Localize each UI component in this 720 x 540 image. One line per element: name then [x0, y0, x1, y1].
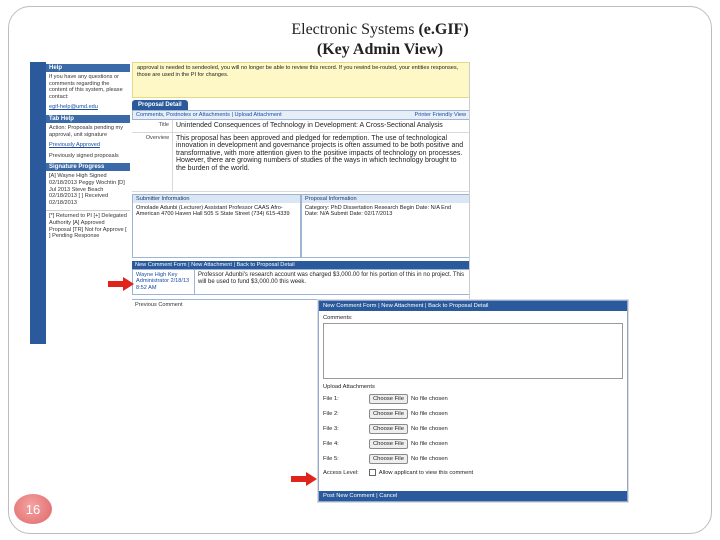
notice-banner: approval is needed to sendeoled, you wil… [132, 62, 469, 98]
subnav-links[interactable]: Comments, Postnotes or Attachments | Upl… [136, 112, 282, 118]
title-value: Unintended Consequences of Technology in… [172, 120, 469, 132]
file-row: File 3: Choose File No file chosen [319, 421, 627, 436]
overview-row: Overview This proposal has been approved… [132, 132, 469, 192]
title-plain: Electronic Systems [291, 21, 419, 38]
help-header: Help [46, 64, 130, 72]
form-navbar[interactable]: New Comment Form | New Attachment | Back… [319, 301, 627, 311]
arrow-right-icon [108, 277, 134, 291]
proposal-info-box: Proposal Information Category: PhD Disse… [301, 193, 469, 258]
comments-label: Comments: [323, 315, 353, 321]
submitter-header: Submitter Information [133, 194, 300, 203]
previously-approved-link[interactable]: Previously Approved [46, 140, 130, 151]
tab-help-header: Tab Help [46, 114, 130, 123]
signature-legend: [*] Returned to PI [+] Delegated Authori… [46, 210, 130, 241]
sidebar-strip [30, 62, 46, 344]
comment-entry: Wayne High Key Administrator 2/18/13 8:5… [132, 268, 469, 295]
title-bold: (e.GIF) [418, 21, 469, 38]
file-row: File 1: Choose File No file chosen [319, 391, 627, 406]
proposal-info-header: Proposal Information [302, 194, 469, 203]
file-label: File 3: [323, 425, 339, 432]
file-row: File 4: Choose File No file chosen [319, 436, 627, 451]
choose-file-button[interactable]: Choose File [369, 408, 408, 419]
title-label: Title [158, 122, 169, 128]
comment-author: Wayne High Key Administrator 2/18/13 8:5… [133, 269, 195, 294]
help-email-link[interactable]: egif-help@umd.edu [46, 102, 130, 113]
page-number-badge: 16 [14, 494, 52, 524]
choose-file-button[interactable]: Choose File [369, 393, 408, 404]
printer-friendly-link[interactable]: Printer Friendly View [414, 112, 466, 118]
slide-title: Electronic Systems (e.GIF) (Key Admin Vi… [200, 20, 560, 60]
file-status: No file chosen [410, 455, 448, 462]
comments-textarea[interactable] [323, 323, 623, 379]
detail-subnav: Comments, Postnotes or Attachments | Upl… [132, 110, 469, 120]
file-status: No file chosen [410, 440, 448, 447]
choose-file-button[interactable]: Choose File [369, 453, 408, 464]
help-text: If you have any questions or comments re… [49, 74, 123, 100]
submitter-text: Omolade Adunbi (Lecturer) Assistant Prof… [136, 204, 290, 218]
access-row: Access Level: Allow applicant to view th… [319, 466, 627, 479]
title-line-1: Electronic Systems (e.GIF) [200, 20, 560, 40]
title-row: Title Unintended Consequences of Technol… [132, 120, 469, 133]
file-row: File 5: Choose File No file chosen [319, 451, 627, 466]
signature-header: Signature Progress [46, 163, 130, 172]
tab-proposal-detail[interactable]: Proposal Detail [132, 100, 188, 110]
file-label: File 1: [323, 395, 339, 402]
allow-applicant-checkbox[interactable] [368, 469, 376, 476]
new-comment-form-screenshot: New Comment Form | New Attachment | Back… [318, 300, 628, 502]
comment-toolbar[interactable]: New Comment Form | New Attachment | Back… [132, 260, 469, 269]
upload-label: Upload Attachments [323, 384, 375, 390]
sidebar-content: Help If you have any questions or commen… [46, 62, 130, 242]
choose-file-button[interactable]: Choose File [369, 423, 408, 434]
proposal-info-text: Category: PhD Dissertation Research Begi… [305, 204, 452, 218]
title-line-2: (Key Admin View) [316, 41, 444, 58]
choose-file-button[interactable]: Choose File [369, 438, 408, 449]
file-label: File 4: [323, 440, 339, 447]
sidebar: Help If you have any questions or commen… [30, 62, 130, 344]
tab-help-text: Action: Proposals pending my approval, u… [49, 124, 124, 138]
file-status: No file chosen [410, 410, 448, 417]
file-status: No file chosen [410, 425, 448, 432]
access-label: Access Level: [323, 469, 359, 476]
overview-value: This proposal has been approved and pled… [172, 132, 469, 191]
overview-label: Overview [145, 134, 169, 141]
comment-text: Professor Adunbi's research account was … [198, 271, 465, 285]
file-label: File 2: [323, 410, 339, 417]
info-columns: Submitter Information Omolade Adunbi (Le… [132, 193, 469, 258]
arrow-right-icon [291, 472, 317, 486]
form-footer[interactable]: Post New Comment | Cancel [319, 491, 627, 501]
file-rows: File 1: Choose File No file chosen File 2: C… [319, 391, 627, 466]
signature-text: [A] Wayne High Signed 02/18/2013 Peggy W… [49, 173, 125, 206]
access-checkbox-label: Allow applicant to view this comment [378, 469, 474, 476]
submitter-box: Submitter Information Omolade Adunbi (Le… [132, 193, 301, 258]
file-label: File 5: [323, 455, 339, 462]
tab-help-text-2: Previously signed proposals [49, 152, 119, 159]
file-status: No file chosen [410, 395, 448, 402]
file-row: File 2: Choose File No file chosen [319, 406, 627, 421]
